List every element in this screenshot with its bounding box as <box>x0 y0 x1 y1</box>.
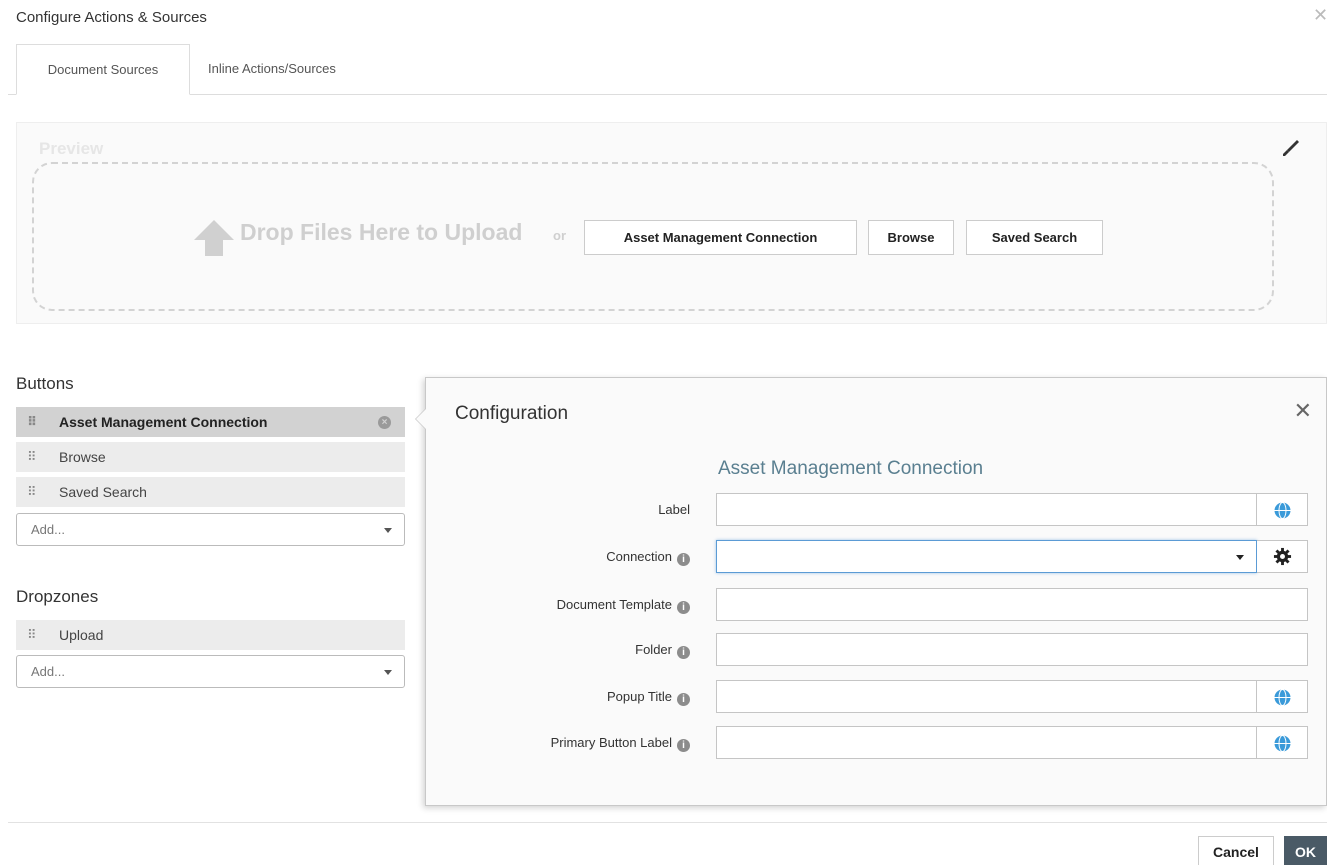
pencil-icon[interactable] <box>1280 137 1302 159</box>
primary-button-label-input[interactable] <box>716 726 1257 759</box>
dropzones-heading: Dropzones <box>16 587 99 606</box>
panel-pointer-inner <box>416 409 426 429</box>
primary-button-label-field-label: Primary Button Label i <box>551 735 690 752</box>
connection-field-text: Connection <box>606 549 672 564</box>
remove-circle-icon[interactable]: × <box>378 416 391 429</box>
dialog-title: Configure Actions & Sources <box>16 9 207 26</box>
primary-button-label-translate-button[interactable] <box>1257 726 1308 759</box>
folder-field-text: Folder <box>635 642 672 657</box>
preview-browse-button[interactable]: Browse <box>868 220 954 255</box>
preview-panel: Preview Drop Files Here to Upload or Ass… <box>16 122 1327 324</box>
upload-arrow-icon <box>194 220 234 256</box>
preview-title: Preview <box>39 139 104 158</box>
drag-handle-icon[interactable]: ⠿ <box>27 477 39 507</box>
label-field-label: Label <box>658 502 690 517</box>
globe-icon <box>1274 689 1291 706</box>
drop-files-text: Drop Files Here to Upload <box>240 219 523 245</box>
document-template-field-text: Document Template <box>556 597 672 612</box>
info-icon[interactable]: i <box>677 646 690 659</box>
globe-icon <box>1274 735 1291 752</box>
upload-dropzone[interactable]: Drop Files Here to Upload or Asset Manag… <box>32 162 1274 311</box>
list-item-label: Saved Search <box>59 484 147 500</box>
list-item-label: Asset Management Connection <box>59 414 268 430</box>
info-icon[interactable]: i <box>677 601 690 614</box>
popup-title-field-label: Popup Title i <box>607 689 690 706</box>
button-item-browse[interactable]: ⠿ Browse <box>16 442 405 472</box>
configuration-title: Configuration <box>455 403 569 424</box>
gear-icon <box>1273 547 1292 566</box>
document-template-field-label: Document Template i <box>557 597 690 614</box>
button-item-asset-management[interactable]: ⠿ Asset Management Connection × <box>16 407 405 437</box>
dropzone-item-upload[interactable]: ⠿ Upload <box>16 620 405 650</box>
add-dropzone-placeholder: Add... <box>31 664 65 679</box>
drag-handle-icon[interactable]: ⠿ <box>27 442 39 472</box>
add-button-placeholder: Add... <box>31 522 65 537</box>
primary-button-label-field-text: Primary Button Label <box>550 735 672 750</box>
chevron-down-icon <box>384 528 392 533</box>
list-item-label: Upload <box>59 627 104 643</box>
preview-asset-management-button[interactable]: Asset Management Connection <box>584 220 857 255</box>
drag-handle-icon[interactable]: ⠿ <box>27 620 39 650</box>
list-item-label: Browse <box>59 449 106 465</box>
button-item-saved-search[interactable]: ⠿ Saved Search <box>16 477 405 507</box>
info-icon[interactable]: i <box>677 693 690 706</box>
configuration-panel: Configuration ✕ Asset Management Connect… <box>415 377 1327 806</box>
close-icon[interactable]: ✕ <box>1294 398 1312 424</box>
add-dropzone-select[interactable]: Add... <box>16 655 405 688</box>
preview-saved-search-button[interactable]: Saved Search <box>966 220 1103 255</box>
buttons-heading: Buttons <box>16 374 74 393</box>
connection-select[interactable] <box>716 540 1257 573</box>
drag-handle-icon[interactable]: ⠿ <box>27 407 39 437</box>
label-field-text: Label <box>658 502 690 517</box>
popup-title-field-text: Popup Title <box>606 689 672 704</box>
footer-divider <box>8 822 1327 823</box>
ok-button[interactable]: OK <box>1284 836 1327 865</box>
popup-title-input[interactable] <box>716 680 1257 713</box>
configuration-subtitle: Asset Management Connection <box>718 458 984 479</box>
document-template-input[interactable] <box>716 588 1308 621</box>
globe-icon <box>1274 502 1291 519</box>
info-icon[interactable]: i <box>677 739 690 752</box>
chevron-down-icon <box>1236 555 1244 560</box>
label-input[interactable] <box>716 493 1257 526</box>
tab-document-sources[interactable]: Document Sources <box>16 44 190 95</box>
folder-field-label: Folder i <box>635 642 690 659</box>
label-translate-button[interactable] <box>1257 493 1308 526</box>
tab-inline-actions-sources[interactable]: Inline Actions/Sources <box>192 44 352 95</box>
tab-bar: Document Sources Inline Actions/Sources <box>8 44 1327 95</box>
popup-title-translate-button[interactable] <box>1257 680 1308 713</box>
chevron-down-icon <box>384 670 392 675</box>
cancel-button[interactable]: Cancel <box>1198 836 1274 865</box>
folder-input[interactable] <box>716 633 1308 666</box>
add-button-select[interactable]: Add... <box>16 513 405 546</box>
dialog-close-icon[interactable]: ✕ <box>1313 6 1327 24</box>
info-icon[interactable]: i <box>677 553 690 566</box>
or-text: or <box>553 228 566 243</box>
connection-settings-button[interactable] <box>1257 540 1308 573</box>
connection-field-label: Connection i <box>606 549 690 566</box>
